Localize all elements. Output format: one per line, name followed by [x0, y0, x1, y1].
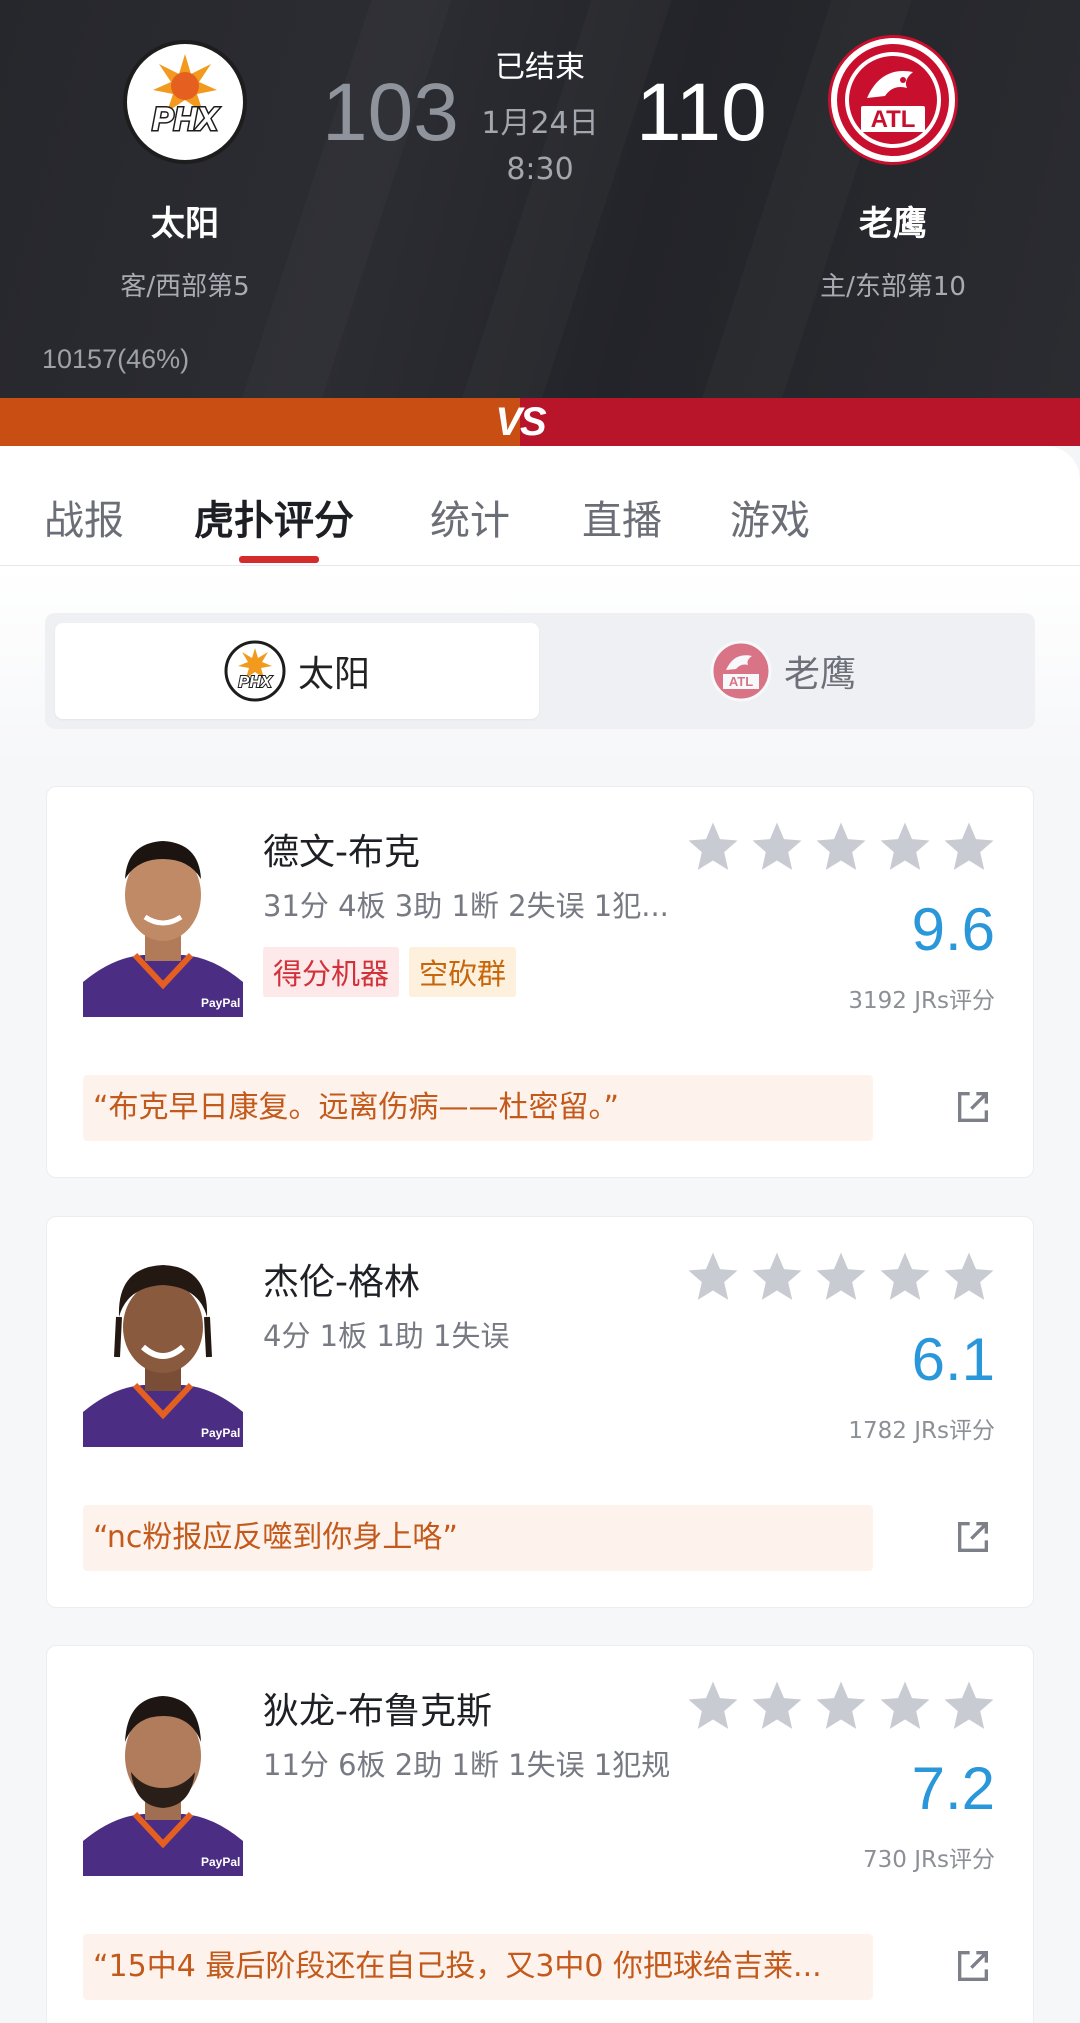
phx-logo-icon[interactable]: PHX: [123, 40, 247, 164]
star-icon[interactable]: [875, 1678, 935, 1734]
vs-label: VS: [495, 400, 546, 444]
support-count: 10157(46%): [42, 344, 190, 374]
team-toggle-label: 太阳: [297, 654, 370, 695]
player-name: 杰伦-格林: [263, 1262, 420, 1303]
top-comment[interactable]: “nc粉报应反噬到你身上咯”: [83, 1505, 873, 1571]
game-date: 1月24日: [481, 106, 599, 141]
player-card[interactable]: PayPal 德文-布克 31分 4板 3助 1断 2失误 1犯... 得分机器…: [46, 786, 1034, 1178]
tab-stats[interactable]: 统计: [430, 488, 510, 546]
star-icon[interactable]: [747, 1678, 807, 1734]
rating-stars[interactable]: [683, 1678, 999, 1734]
top-comment[interactable]: “15中4 最后阶段还在自己投，又3中0 你把球给吉莱...: [83, 1934, 873, 2000]
star-icon[interactable]: [747, 819, 807, 875]
star-icon[interactable]: [811, 1249, 871, 1305]
game-time: 8:30: [506, 152, 574, 187]
player-avatar: PayPal: [83, 1676, 243, 1876]
player-rating: 9.6: [911, 896, 995, 963]
tab-bar: 战报 虎扑评分 统计 直播 游戏: [0, 446, 1080, 566]
team-switcher: PHX 太阳 ATL 老鹰: [45, 613, 1035, 729]
share-icon[interactable]: [953, 1087, 993, 1127]
player-card[interactable]: PayPal 杰伦-格林 4分 1板 1助 1失误 6.1 1782 JRs评分…: [46, 1216, 1034, 1608]
rating-count: 730 JRs评分: [863, 1847, 995, 1873]
svg-text:PayPal: PayPal: [201, 996, 240, 1010]
away-team-name[interactable]: 太阳: [85, 196, 285, 245]
rating-stars[interactable]: [683, 1249, 999, 1305]
game-header: PHX 太阳 客/西部第5 103 已结束 1月24日 8:30 110 ATL…: [0, 0, 1080, 398]
player-tag[interactable]: 得分机器: [263, 947, 400, 997]
share-icon[interactable]: [953, 1517, 993, 1557]
star-icon[interactable]: [875, 819, 935, 875]
svg-text:ATL: ATL: [871, 106, 916, 133]
tab-report[interactable]: 战报: [44, 488, 124, 546]
rating-stars[interactable]: [683, 819, 999, 875]
player-stats: 4分 1板 1助 1失误: [263, 1319, 510, 1353]
team-toggle-hawks[interactable]: ATL 老鹰: [541, 623, 1025, 719]
svg-text:PayPal: PayPal: [201, 1855, 240, 1869]
active-tab-indicator: [239, 556, 319, 563]
star-icon[interactable]: [683, 1678, 743, 1734]
tab-games[interactable]: 游戏: [730, 488, 810, 546]
phx-small-logo-icon: PHX: [224, 640, 286, 702]
svg-text:PHX: PHX: [152, 101, 219, 137]
rating-count: 3192 JRs评分: [848, 988, 995, 1014]
home-team-standing: 主/东部第10: [820, 272, 966, 302]
rating-count: 1782 JRs评分: [848, 1418, 995, 1444]
player-tags: 得分机器 空砍群: [263, 947, 517, 997]
star-icon[interactable]: [747, 1249, 807, 1305]
player-rating: 6.1: [911, 1326, 995, 1393]
star-icon[interactable]: [939, 1249, 999, 1305]
tab-live[interactable]: 直播: [582, 488, 662, 546]
home-score: 110: [636, 67, 767, 158]
svg-text:PHX: PHX: [239, 674, 273, 691]
away-score: 103: [322, 67, 459, 158]
vs-bar: VS: [0, 398, 1080, 446]
atl-small-logo-icon: ATL: [710, 640, 772, 702]
player-card[interactable]: PayPal 狄龙-布鲁克斯 11分 6板 2助 1断 1失误 1犯规 7.2 …: [46, 1645, 1034, 2023]
game-status: 已结束: [495, 50, 585, 85]
share-icon[interactable]: [953, 1946, 993, 1986]
player-tag[interactable]: 空砍群: [409, 947, 517, 997]
tab-hupu-rating[interactable]: 虎扑评分: [194, 488, 354, 546]
player-name: 狄龙-布鲁克斯: [263, 1691, 492, 1732]
away-team-standing: 客/西部第5: [120, 272, 250, 302]
top-comment[interactable]: “布克早日康复。远离伤病——杜密留。”: [83, 1075, 873, 1141]
player-rating: 7.2: [911, 1755, 995, 1822]
team-toggle-suns[interactable]: PHX 太阳: [55, 623, 539, 719]
star-icon[interactable]: [939, 1678, 999, 1734]
star-icon[interactable]: [811, 1678, 871, 1734]
home-team-name[interactable]: 老鹰: [793, 196, 993, 245]
atl-logo-icon[interactable]: ATL: [831, 38, 955, 162]
player-avatar: PayPal: [83, 817, 243, 1017]
team-toggle-label: 老鹰: [783, 654, 856, 695]
player-avatar: PayPal: [83, 1247, 243, 1447]
svg-text:PayPal: PayPal: [201, 1426, 240, 1440]
player-stats: 31分 4板 3助 1断 2失误 1犯...: [263, 889, 669, 923]
star-icon[interactable]: [683, 819, 743, 875]
star-icon[interactable]: [875, 1249, 935, 1305]
svg-text:ATL: ATL: [729, 674, 753, 689]
player-name: 德文-布克: [263, 832, 420, 873]
star-icon[interactable]: [939, 819, 999, 875]
player-stats: 11分 6板 2助 1断 1失误 1犯规: [263, 1748, 671, 1782]
star-icon[interactable]: [811, 819, 871, 875]
home-support-bar: [520, 398, 1080, 446]
star-icon[interactable]: [683, 1249, 743, 1305]
